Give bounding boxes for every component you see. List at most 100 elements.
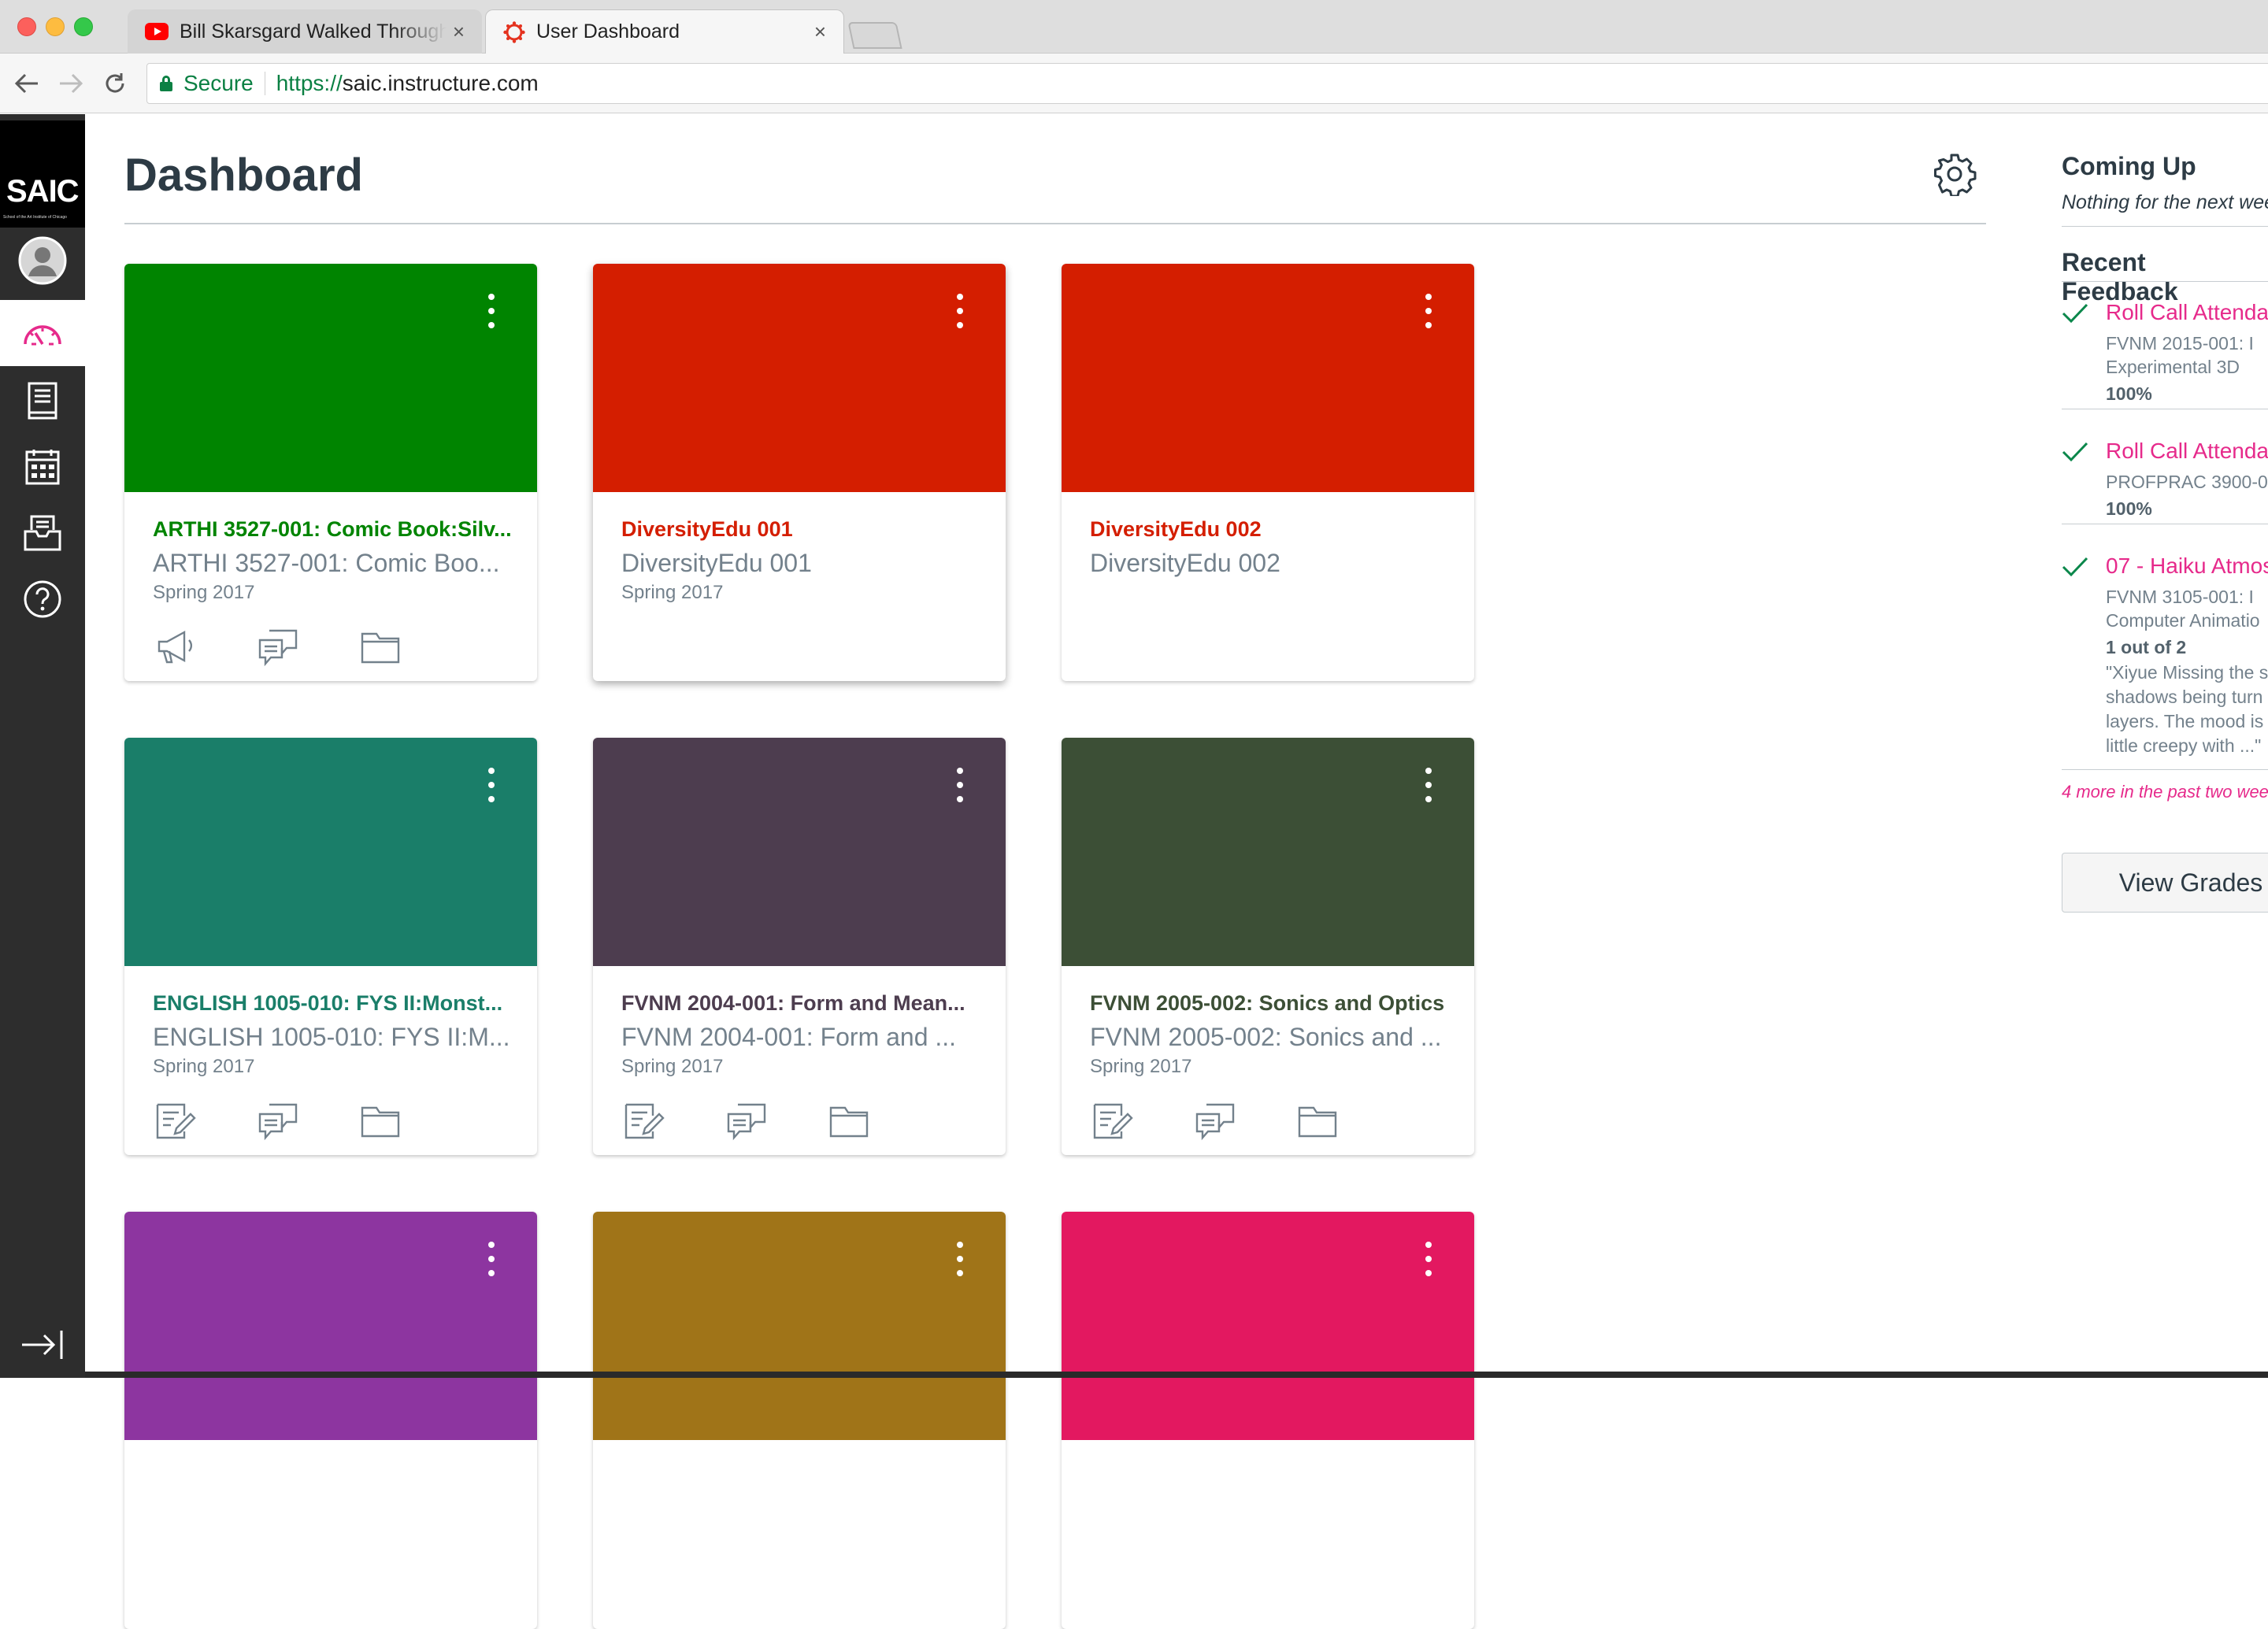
logo-text: SAIC bbox=[6, 174, 80, 209]
discussions-icon[interactable] bbox=[1192, 1098, 1238, 1144]
kebab-menu-icon[interactable] bbox=[957, 768, 963, 802]
course-card-term: Spring 2017 bbox=[621, 1056, 724, 1077]
view-grades-button[interactable]: View Grades bbox=[2062, 853, 2268, 913]
feedback-comment-line: little creepy with ..." bbox=[2106, 735, 2262, 756]
files-icon[interactable] bbox=[826, 1098, 872, 1144]
lock-icon bbox=[160, 76, 172, 91]
courses-icon bbox=[28, 382, 57, 420]
reload-icon[interactable] bbox=[99, 68, 131, 99]
feedback-course-line: PROFPRAC 3900-0 bbox=[2106, 472, 2268, 492]
feedback-title-link[interactable]: Roll Call Attenda bbox=[2106, 439, 2268, 464]
course-card-hero[interactable] bbox=[1062, 738, 1474, 966]
browser-toolbar: Secure https:// saic.instructure.com bbox=[0, 54, 2268, 113]
course-card-title[interactable]: FVNM 2005-002: Sonics and Optics bbox=[1090, 991, 1452, 1016]
kebab-menu-icon[interactable] bbox=[488, 768, 495, 802]
course-card[interactable] bbox=[593, 1212, 1006, 1629]
discussions-icon[interactable] bbox=[255, 624, 301, 670]
more-feedback-link[interactable]: 4 more in the past two wee bbox=[2062, 782, 2268, 802]
course-card[interactable]: ENGLISH 1005-010: FYS II:Monst... ENGLISH… bbox=[124, 738, 537, 1155]
feedback-course: PROFPRAC 3900-0 bbox=[2106, 470, 2268, 494]
course-card[interactable] bbox=[124, 1212, 537, 1629]
kebab-menu-icon[interactable] bbox=[1425, 1242, 1432, 1276]
kebab-menu-icon[interactable] bbox=[488, 294, 495, 328]
course-card-hero[interactable] bbox=[124, 738, 537, 966]
files-icon[interactable] bbox=[358, 624, 403, 670]
course-card-title[interactable]: DiversityEdu 002 bbox=[1090, 517, 1452, 542]
course-card[interactable]: FVNM 2005-002: Sonics and Optics FVNM 200… bbox=[1062, 738, 1474, 1155]
course-card-title[interactable]: DiversityEdu 001 bbox=[621, 517, 984, 542]
course-card-hero[interactable] bbox=[1062, 264, 1474, 492]
secure-label: Secure bbox=[183, 71, 254, 95]
course-card[interactable]: DiversityEdu 001 DiversityEdu 001 Spring 2… bbox=[593, 264, 1006, 681]
course-card-subtitle: FVNM 2004-001: Form and ... bbox=[621, 1023, 957, 1051]
nav-help[interactable] bbox=[0, 566, 85, 632]
nav-account[interactable] bbox=[0, 228, 85, 294]
dock-edge bbox=[85, 1372, 2268, 1378]
browser-tab-bar: Bill Skarsgard Walked Through × User Das… bbox=[0, 0, 2268, 54]
course-card-actions bbox=[153, 624, 460, 670]
inbox-icon bbox=[24, 515, 61, 551]
files-icon[interactable] bbox=[358, 1098, 403, 1144]
kebab-menu-icon[interactable] bbox=[488, 1242, 495, 1276]
dashboard-options-button[interactable] bbox=[1933, 152, 1977, 198]
assignments-icon[interactable] bbox=[1090, 1098, 1136, 1144]
feedback-comment-line: layers. The mood is bbox=[2106, 711, 2264, 731]
collapse-nav-icon[interactable] bbox=[19, 1327, 66, 1362]
course-card-hero[interactable] bbox=[1062, 1212, 1474, 1440]
forward-arrow-icon[interactable] bbox=[55, 68, 87, 99]
discussions-icon[interactable] bbox=[724, 1098, 769, 1144]
discussions-icon[interactable] bbox=[255, 1098, 301, 1144]
kebab-menu-icon[interactable] bbox=[1425, 768, 1432, 802]
divider bbox=[2062, 281, 2268, 282]
new-tab-button[interactable] bbox=[847, 22, 902, 49]
help-icon bbox=[24, 580, 61, 618]
course-card-hero[interactable] bbox=[593, 738, 1006, 966]
course-card-title[interactable]: ARTHI 3527-001: Comic Book:Silv... bbox=[153, 517, 515, 542]
tab-close-icon[interactable]: × bbox=[453, 20, 465, 44]
youtube-icon bbox=[145, 23, 169, 40]
course-card-actions bbox=[1090, 1098, 1397, 1144]
dashboard-icon bbox=[24, 325, 61, 346]
course-card-hero[interactable] bbox=[593, 1212, 1006, 1440]
course-card[interactable]: DiversityEdu 002 DiversityEdu 002 bbox=[1062, 264, 1474, 681]
course-card-hero[interactable] bbox=[124, 1212, 537, 1440]
course-card-title[interactable]: ENGLISH 1005-010: FYS II:Monst... bbox=[153, 991, 515, 1016]
course-card[interactable]: ARTHI 3527-001: Comic Book:Silv... ARTHI … bbox=[124, 264, 537, 681]
url-scheme: https:// bbox=[276, 71, 343, 95]
feedback-course-line: FVNM 3105-001: I bbox=[2106, 587, 2254, 607]
browser-tab-dashboard[interactable]: User Dashboard × bbox=[485, 9, 844, 54]
kebab-menu-icon[interactable] bbox=[957, 1242, 963, 1276]
nav-courses[interactable] bbox=[0, 368, 85, 434]
kebab-menu-icon[interactable] bbox=[1425, 294, 1432, 328]
course-card-title[interactable]: FVNM 2004-001: Form and Mean... bbox=[621, 991, 984, 1016]
feedback-score: 100% bbox=[2106, 498, 2152, 519]
checkmark-icon bbox=[2062, 303, 2088, 324]
assignments-icon[interactable] bbox=[621, 1098, 667, 1144]
announcements-icon[interactable] bbox=[153, 624, 198, 670]
checkmark-icon bbox=[2062, 557, 2088, 577]
feedback-comment: "Xiyue Missing the s shadows being turn la… bbox=[2106, 661, 2268, 758]
course-card-hero[interactable] bbox=[124, 264, 537, 492]
nav-inbox[interactable] bbox=[0, 500, 85, 566]
feedback-title-link[interactable]: Roll Call Attenda bbox=[2106, 300, 2268, 325]
window-minimize-button[interactable] bbox=[46, 17, 65, 36]
nav-dashboard[interactable] bbox=[0, 300, 85, 366]
assignments-icon[interactable] bbox=[153, 1098, 198, 1144]
address-bar[interactable]: Secure https:// saic.instructure.com bbox=[146, 63, 2268, 104]
nav-calendar[interactable] bbox=[0, 434, 85, 500]
course-card[interactable]: FVNM 2004-001: Form and Mean... FVNM 2004… bbox=[593, 738, 1006, 1155]
feedback-title-link[interactable]: 07 - Haiku Atmos bbox=[2106, 553, 2268, 579]
saic-logo[interactable]: SAIC School of the Art Institute of Chic… bbox=[0, 120, 85, 228]
back-arrow-icon[interactable] bbox=[11, 68, 43, 99]
files-icon[interactable] bbox=[1295, 1098, 1340, 1144]
feedback-score: 1 out of 2 bbox=[2106, 637, 2187, 657]
tab-close-icon[interactable]: × bbox=[814, 20, 826, 44]
course-card-subtitle: ARTHI 3527-001: Comic Boo... bbox=[153, 549, 500, 577]
course-card-hero[interactable] bbox=[593, 264, 1006, 492]
browser-tab-youtube[interactable]: Bill Skarsgard Walked Through × bbox=[128, 9, 482, 54]
course-card[interactable] bbox=[1062, 1212, 1474, 1629]
window-zoom-button[interactable] bbox=[74, 17, 93, 36]
window-close-button[interactable] bbox=[17, 17, 36, 36]
recent-feedback-heading: Recent Feedback bbox=[2062, 248, 2178, 305]
kebab-menu-icon[interactable] bbox=[957, 294, 963, 328]
